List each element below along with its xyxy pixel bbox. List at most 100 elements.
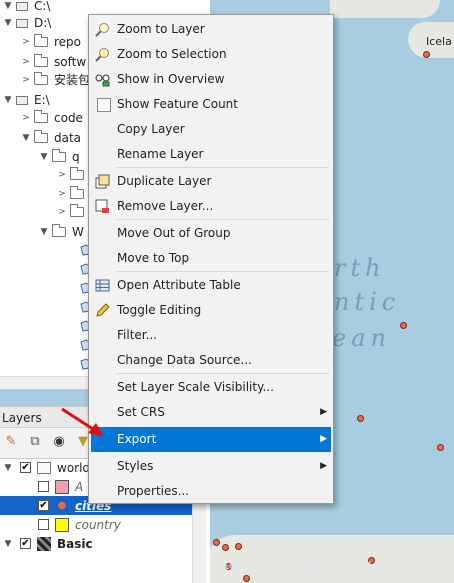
folder-icon bbox=[70, 204, 84, 217]
menu-item-show-in-overview[interactable]: Show in Overview bbox=[91, 67, 331, 92]
menu-item-label: Set Layer Scale Visibility... bbox=[117, 380, 274, 394]
menu-item-show-feature-count[interactable]: Show Feature Count bbox=[91, 92, 331, 117]
city-point bbox=[222, 544, 229, 551]
menu-item-zoom-to-layer[interactable]: Zoom to Layer bbox=[91, 17, 331, 42]
menu-item-label: Open Attribute Table bbox=[117, 278, 241, 292]
menu-separator bbox=[117, 219, 329, 220]
layer-context-menu: Zoom to Layer Zoom to Selection Show in … bbox=[88, 14, 334, 504]
menu-item-label: Move Out of Group bbox=[117, 226, 231, 240]
folder-icon bbox=[70, 186, 84, 199]
menu-item-label: Remove Layer... bbox=[117, 199, 214, 213]
drive-icon bbox=[16, 18, 28, 28]
menu-item-move-to-top[interactable]: Move to Top bbox=[91, 246, 331, 271]
menu-item-set-crs[interactable]: Set CRS ▶ bbox=[91, 400, 331, 425]
overview-icon bbox=[95, 74, 110, 87]
menu-item-filter[interactable]: Filter... bbox=[91, 323, 331, 348]
layer-row-basic[interactable]: ▼ ✔ Basic bbox=[0, 534, 205, 553]
layer-visibility-checkbox[interactable]: ✔ bbox=[38, 500, 49, 511]
menu-item-export[interactable]: Export ▶ bbox=[91, 427, 331, 452]
chevron-right-icon: ▶ bbox=[320, 434, 327, 444]
drive-icon bbox=[16, 1, 28, 11]
menu-separator bbox=[117, 167, 329, 168]
menu-item-label: Move to Top bbox=[117, 251, 190, 265]
menu-item-label: Export bbox=[117, 432, 157, 446]
ocean-label-2: ntic bbox=[334, 288, 401, 316]
layer-visibility-checkbox[interactable] bbox=[38, 519, 49, 530]
tree-item-label: W bbox=[72, 225, 84, 239]
menu-item-move-out-of-group[interactable]: Move Out of Group bbox=[91, 221, 331, 246]
layer-visibility-checkbox[interactable] bbox=[38, 481, 49, 492]
menu-item-rename-layer[interactable]: Rename Layer bbox=[91, 142, 331, 167]
point-symbol-icon: ● bbox=[57, 500, 67, 511]
chevron-down-icon[interactable]: ▼ bbox=[2, 88, 14, 112]
layer-name: world bbox=[57, 460, 91, 475]
layer-visibility-checkbox[interactable]: ✔ bbox=[20, 538, 31, 549]
menu-separator bbox=[117, 271, 329, 272]
menu-item-label: Change Data Source... bbox=[117, 353, 252, 367]
menu-item-copy-layer[interactable]: Copy Layer bbox=[91, 117, 331, 142]
watermark: https://blog.csdn.net/qq_32834005 bbox=[215, 558, 444, 573]
menu-item-styles[interactable]: Styles ▶ bbox=[91, 454, 331, 479]
menu-item-label: Show in Overview bbox=[117, 72, 225, 86]
annotation-arrow-icon bbox=[61, 407, 104, 437]
folder-icon bbox=[34, 34, 48, 47]
menu-item-duplicate-layer[interactable]: Duplicate Layer bbox=[91, 169, 331, 194]
city-point bbox=[213, 539, 220, 546]
checkbox-icon bbox=[97, 98, 111, 112]
chevron-down-icon[interactable]: ▼ bbox=[2, 539, 14, 549]
chevron-right-icon: ▶ bbox=[320, 461, 327, 471]
drive-icon bbox=[16, 95, 28, 105]
menu-item-label: Zoom to Selection bbox=[117, 47, 227, 61]
layer-row-country[interactable]: country bbox=[0, 515, 205, 534]
iceland-label: Icela bbox=[426, 35, 452, 48]
menu-item-set-layer-scale-visibility[interactable]: Set Layer Scale Visibility... bbox=[91, 375, 331, 400]
tree-item-label: 安装包 bbox=[54, 73, 91, 87]
remove-icon bbox=[95, 199, 109, 213]
table-icon bbox=[95, 279, 110, 292]
duplicate-icon bbox=[95, 174, 110, 189]
layer-name: country bbox=[75, 517, 121, 532]
chevron-down-icon[interactable]: ▼ bbox=[38, 220, 50, 244]
folder-icon bbox=[52, 149, 66, 162]
polygon-symbol-icon bbox=[55, 517, 69, 532]
folder-icon bbox=[52, 224, 66, 237]
layer-name: A bbox=[75, 479, 84, 494]
land-greenland bbox=[330, 0, 440, 18]
menu-item-label: Properties... bbox=[117, 484, 190, 498]
ocean-label-3: ean bbox=[332, 324, 391, 352]
city-point bbox=[357, 415, 364, 422]
group-icon bbox=[37, 461, 51, 474]
menu-item-label: Rename Layer bbox=[117, 147, 204, 161]
add-group-icon[interactable]: ⧉ bbox=[28, 435, 42, 449]
menu-item-open-attribute-table[interactable]: Open Attribute Table bbox=[91, 273, 331, 298]
folder-icon bbox=[34, 110, 48, 123]
menu-item-properties[interactable]: Properties... bbox=[91, 479, 331, 504]
chevron-down-icon[interactable]: ▼ bbox=[2, 463, 14, 473]
tree-item[interactable]: ▼ W bbox=[38, 220, 84, 244]
raster-icon bbox=[37, 536, 51, 551]
chevron-down-icon[interactable]: ▼ bbox=[2, 11, 14, 35]
menu-item-label: Filter... bbox=[117, 328, 158, 342]
menu-item-zoom-to-selection[interactable]: Zoom to Selection bbox=[91, 42, 331, 67]
chevron-down-icon[interactable]: ▼ bbox=[38, 145, 50, 169]
menu-item-label: Copy Layer bbox=[117, 122, 185, 136]
menu-separator bbox=[117, 373, 329, 374]
polygon-symbol-icon bbox=[55, 479, 69, 494]
menu-item-toggle-editing[interactable]: Toggle Editing bbox=[91, 298, 331, 323]
layer-name: Basic bbox=[57, 536, 93, 551]
layer-visibility-checkbox[interactable]: ✔ bbox=[20, 462, 31, 473]
menu-item-label: Zoom to Layer bbox=[117, 22, 205, 36]
folder-icon bbox=[34, 72, 48, 85]
pencil-icon bbox=[96, 303, 110, 317]
menu-item-label: Set CRS bbox=[117, 405, 165, 419]
city-point bbox=[400, 322, 407, 329]
folder-icon bbox=[34, 130, 48, 143]
city-point bbox=[243, 575, 250, 582]
style-brush-icon[interactable]: ✎ bbox=[4, 435, 18, 449]
menu-item-label: Styles bbox=[117, 459, 154, 473]
menu-item-change-data-source[interactable]: Change Data Source... bbox=[91, 348, 331, 373]
menu-item-remove-layer[interactable]: Remove Layer... bbox=[91, 194, 331, 219]
menu-item-label: Show Feature Count bbox=[117, 97, 238, 111]
chevron-down-icon[interactable]: ▼ bbox=[20, 126, 32, 150]
chevron-right-icon: ▶ bbox=[320, 407, 327, 417]
